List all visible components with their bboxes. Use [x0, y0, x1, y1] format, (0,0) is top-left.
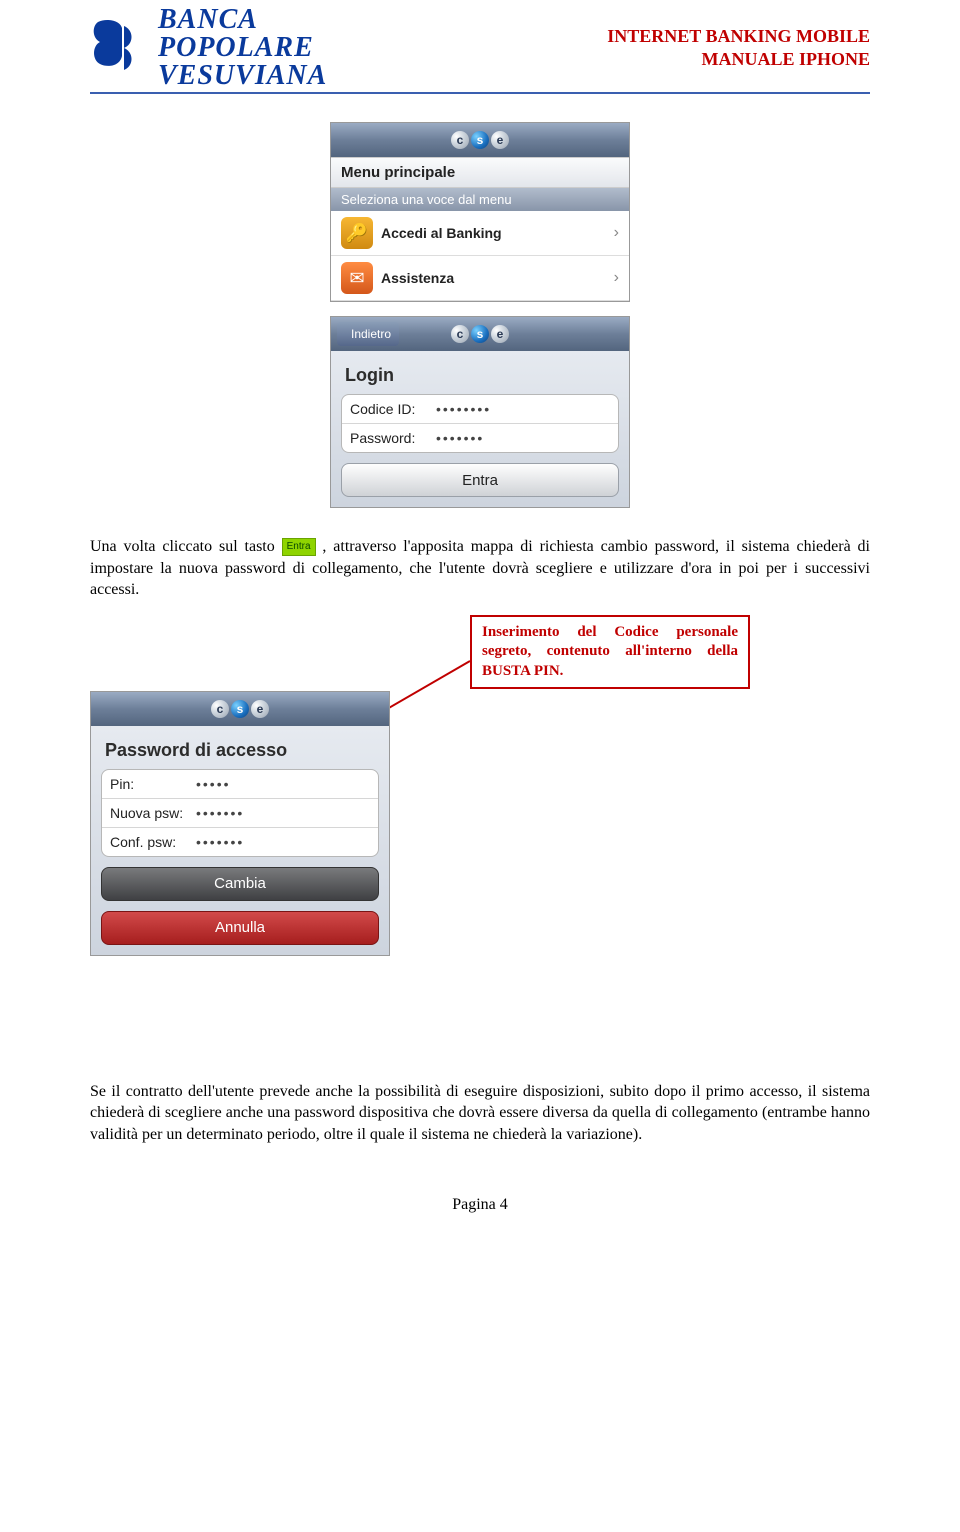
- conf-psw-field[interactable]: Conf. psw: •••••••: [102, 828, 378, 856]
- menu-item-assistenza[interactable]: ✉ Assistenza ›: [331, 256, 629, 301]
- brand: BANCA POPOLARE VESUVIANA: [90, 6, 327, 90]
- header-right: INTERNET BANKING MOBILE MANUALE IPHONE: [607, 25, 870, 72]
- field-value: •••••••: [196, 805, 244, 821]
- chevron-right-icon: ›: [614, 224, 619, 242]
- field-value: •••••••: [436, 430, 484, 446]
- button-label: Entra: [462, 472, 498, 489]
- codice-id-field[interactable]: Codice ID: ••••••••: [342, 395, 618, 424]
- password-field[interactable]: Password: •••••••: [342, 424, 618, 452]
- pin-field[interactable]: Pin: •••••: [102, 770, 378, 799]
- field-label: Pin:: [110, 776, 196, 792]
- cambia-button[interactable]: Cambia: [101, 867, 379, 901]
- button-label: Annulla: [215, 919, 265, 936]
- changepw-fields: Pin: ••••• Nuova psw: ••••••• Conf. psw:…: [101, 769, 379, 857]
- brand-text: BANCA POPOLARE VESUVIANA: [158, 6, 327, 90]
- field-value: •••••: [196, 776, 231, 792]
- button-label: Cambia: [214, 875, 266, 892]
- screenshot-login: Indietro c s e Login Codice ID: ••••••••…: [330, 316, 630, 508]
- annulla-button[interactable]: Annulla: [101, 911, 379, 945]
- paragraph-2: Se il contratto dell'utente prevede anch…: [90, 1081, 870, 1146]
- field-value: ••••••••: [436, 401, 491, 417]
- brand-line-2: POPOLARE: [158, 34, 327, 62]
- brand-line-1: BANCA: [158, 6, 327, 34]
- menu-title: Menu principale: [331, 157, 629, 188]
- paragraph-1: Una volta cliccato sul tasto Entra , att…: [90, 536, 870, 601]
- chevron-right-icon: ›: [614, 269, 619, 287]
- cse-logo-icon: c s e: [451, 131, 509, 149]
- header-right-line-2: MANUALE IPHONE: [607, 48, 870, 71]
- menu-item-banking[interactable]: 🔑 Accedi al Banking ›: [331, 211, 629, 256]
- topbar: c s e: [331, 123, 629, 157]
- nuova-psw-field[interactable]: Nuova psw: •••••••: [102, 799, 378, 828]
- entra-chip-icon: Entra: [282, 538, 316, 556]
- brand-logo-icon: [90, 16, 148, 80]
- mail-icon: ✉: [341, 262, 373, 294]
- field-label: Nuova psw:: [110, 805, 196, 821]
- login-fields: Codice ID: •••••••• Password: •••••••: [341, 394, 619, 453]
- page-header: BANCA POPOLARE VESUVIANA INTERNET BANKIN…: [90, 0, 870, 94]
- topbar: Indietro c s e: [331, 317, 629, 351]
- header-right-line-1: INTERNET BANKING MOBILE: [607, 25, 870, 48]
- entra-button[interactable]: Entra: [341, 463, 619, 497]
- callout-box: Inserimento del Codice personale segreto…: [470, 615, 750, 690]
- menu-item-label: Accedi al Banking: [381, 225, 502, 241]
- login-title: Login: [341, 361, 619, 394]
- field-label: Password:: [350, 430, 436, 446]
- topbar: c s e: [91, 692, 389, 726]
- changepw-title: Password di accesso: [101, 736, 379, 769]
- back-label: Indietro: [351, 327, 391, 341]
- field-value: •••••••: [196, 834, 244, 850]
- field-label: Codice ID:: [350, 401, 436, 417]
- key-icon: 🔑: [341, 217, 373, 249]
- menu-subtitle: Seleziona una voce dal menu: [331, 188, 629, 211]
- brand-line-3: VESUVIANA: [158, 62, 327, 90]
- page-number: Pagina 4: [90, 1196, 870, 1214]
- screenshot-menu: c s e Menu principale Seleziona una voce…: [330, 122, 630, 302]
- menu-item-label: Assistenza: [381, 270, 454, 286]
- cse-logo-icon: c s e: [451, 325, 509, 343]
- field-label: Conf. psw:: [110, 834, 196, 850]
- screenshot-changepw: c s e Password di accesso Pin: ••••• Nuo…: [90, 691, 390, 956]
- cse-logo-icon: c s e: [211, 700, 269, 718]
- back-button[interactable]: Indietro: [337, 322, 399, 346]
